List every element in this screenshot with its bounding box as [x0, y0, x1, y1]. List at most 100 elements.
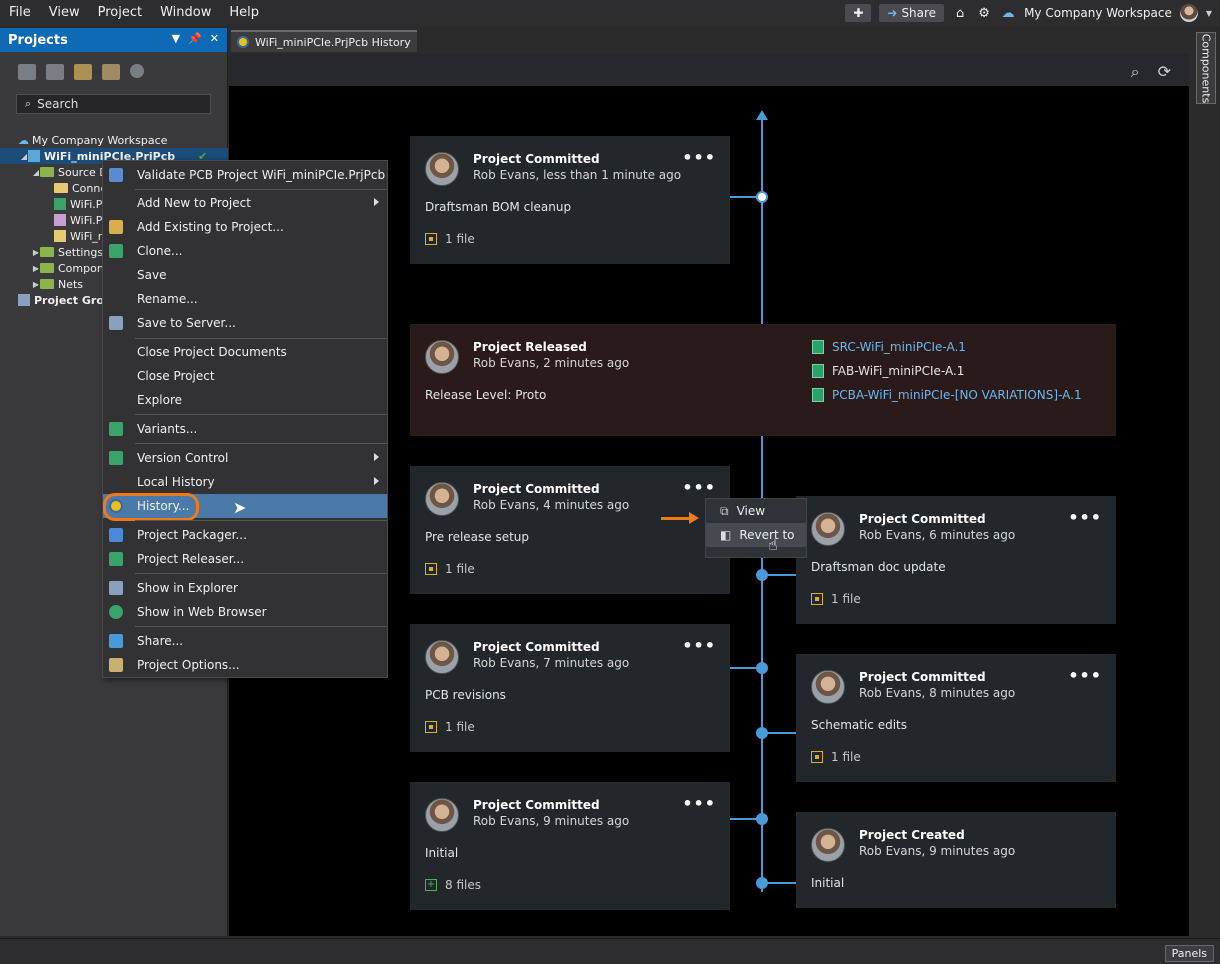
more-icon[interactable]: ••• — [682, 794, 716, 813]
panel-menu-icon[interactable]: ▼ — [172, 32, 180, 45]
menu-item-clone[interactable]: Clone... — [103, 239, 387, 263]
open-folder-icon[interactable] — [74, 64, 92, 80]
expanded-triangle-icon[interactable]: ◢ — [20, 152, 28, 161]
release-item[interactable]: SRC-WiFi_miniPCIe-A.1 — [812, 340, 966, 354]
menu-item-share[interactable]: Share... — [103, 629, 387, 653]
history-card-release[interactable]: Project Released Rob Evans, 2 minutes ag… — [410, 324, 1116, 436]
menu-item-label: Version Control — [137, 451, 229, 465]
menu-item-project-packager[interactable]: Project Packager... — [103, 523, 387, 547]
collapsed-triangle-icon[interactable]: ▶ — [32, 264, 40, 273]
user-avatar[interactable] — [1179, 4, 1198, 22]
panels-button[interactable]: Panels — [1164, 945, 1214, 962]
home-icon[interactable]: ⌂ — [952, 6, 968, 21]
menu-item-save[interactable]: Save — [103, 263, 387, 287]
menu-item-local-history[interactable]: Local History — [103, 470, 387, 494]
components-panel-tab[interactable]: Components — [1196, 32, 1216, 104]
timeline-node-current[interactable] — [756, 191, 768, 203]
card-files[interactable]: 1 file — [425, 232, 475, 246]
timeline-node[interactable] — [756, 662, 768, 674]
release-item[interactable]: PCBA-WiFi_miniPCIe-[NO VARIATIONS]-A.1 — [812, 388, 1082, 402]
menu-item-explore[interactable]: Explore — [103, 388, 387, 412]
card-message: Initial — [425, 846, 459, 860]
timeline-node[interactable] — [756, 727, 768, 739]
card-title: Project Committed — [473, 640, 600, 654]
collapsed-triangle-icon[interactable]: ▶ — [32, 248, 40, 257]
clone-icon — [109, 244, 123, 258]
settings-icon[interactable] — [130, 64, 144, 78]
menu-item-add-existing[interactable]: Add Existing to Project... — [103, 215, 387, 239]
history-card[interactable]: Project Committed Rob Evans, 6 minutes a… — [796, 496, 1116, 624]
save-all-icon[interactable] — [46, 64, 64, 80]
panels-label: Panels — [1171, 947, 1207, 960]
history-card[interactable]: Project Committed Rob Evans, 9 minutes a… — [410, 782, 730, 910]
release-item-link[interactable]: SRC-WiFi_miniPCIe-A.1 — [832, 340, 966, 354]
history-card[interactable]: Project Committed Rob Evans, less than 1… — [410, 136, 730, 264]
card-title: Project Committed — [473, 798, 600, 812]
menu-item-label: Clone... — [137, 244, 183, 258]
more-icon[interactable]: ••• — [682, 478, 716, 497]
menu-item-rename[interactable]: Rename... — [103, 287, 387, 311]
files-count: 1 file — [445, 720, 475, 734]
share-button[interactable]: ➜ Share — [879, 4, 945, 22]
save-icon[interactable] — [18, 64, 36, 80]
more-icon[interactable]: ••• — [682, 636, 716, 655]
timeline-node[interactable] — [756, 569, 768, 581]
tree-item-workspace[interactable]: ☁ My Company Workspace — [0, 132, 228, 148]
more-icon[interactable]: ••• — [1068, 666, 1102, 685]
menu-item-validate[interactable]: Validate PCB Project WiFi_miniPCIe.PrjPc… — [103, 163, 387, 187]
more-icon[interactable]: ••• — [1068, 508, 1102, 527]
menu-item-add-new[interactable]: Add New to Project — [103, 191, 387, 215]
release-item-link[interactable]: PCBA-WiFi_miniPCIe-[NO VARIATIONS]-A.1 — [832, 388, 1082, 402]
menu-item-variants[interactable]: Variants... — [103, 417, 387, 441]
card-files[interactable]: 8 files — [425, 878, 481, 892]
more-icon[interactable]: ••• — [682, 148, 716, 167]
search-input[interactable]: ⌕ Search — [16, 94, 211, 114]
menu-item-show-in-browser[interactable]: Show in Web Browser — [103, 600, 387, 624]
release-package-icon — [812, 340, 824, 354]
card-files[interactable]: 1 file — [425, 562, 475, 576]
menu-item-project-releaser[interactable]: Project Releaser... — [103, 547, 387, 571]
timeline-node[interactable] — [756, 877, 768, 889]
collapsed-triangle-icon[interactable]: ▶ — [32, 280, 40, 289]
card-subtitle: Rob Evans, 4 minutes ago — [473, 498, 630, 512]
expanded-triangle-icon[interactable]: ◢ — [32, 168, 40, 177]
tab-history[interactable]: WiFi_miniPCIe.PrjPcb History — [231, 30, 417, 52]
history-card[interactable]: Project Committed Rob Evans, 7 minutes a… — [410, 624, 730, 752]
comment-button[interactable]: ✚ — [845, 4, 872, 22]
search-icon[interactable]: ⌕ — [1131, 62, 1140, 82]
menu-item-save-to-server[interactable]: Save to Server... — [103, 311, 387, 335]
files-count: 1 file — [445, 562, 475, 576]
folder-settings-icon[interactable] — [102, 64, 120, 80]
gear-icon[interactable]: ⚙ — [976, 6, 992, 21]
release-item[interactable]: FAB-WiFi_miniPCIe-A.1 — [812, 364, 964, 378]
menu-help[interactable]: Help — [220, 0, 268, 26]
menu-file[interactable]: File — [0, 0, 40, 26]
history-card[interactable]: Project Committed Rob Evans, 4 minutes a… — [410, 466, 730, 594]
cloud-icon: ☁ — [18, 133, 29, 147]
refresh-icon[interactable]: ⟳ — [1158, 62, 1171, 82]
workspace-name[interactable]: My Company Workspace — [1024, 6, 1172, 20]
menu-item-revert-to[interactable]: ◧ Revert to ☝ — [706, 523, 806, 554]
menu-item-label: Save — [137, 268, 167, 282]
close-icon[interactable]: ✕ — [210, 32, 219, 45]
timeline-node[interactable] — [756, 813, 768, 825]
history-card[interactable]: Project Created Rob Evans, 9 minutes ago… — [796, 812, 1116, 908]
pin-icon[interactable]: 📌 — [188, 32, 202, 45]
card-files[interactable]: 1 file — [811, 750, 861, 764]
menu-view[interactable]: View — [40, 0, 89, 26]
menu-item-version-control[interactable]: Version Control — [103, 446, 387, 470]
card-files[interactable]: 1 file — [425, 720, 475, 734]
menu-item-close-project[interactable]: Close Project — [103, 364, 387, 388]
menu-project[interactable]: Project — [89, 0, 151, 26]
cloud-icon: ☁ — [1001, 5, 1015, 21]
menu-item-view[interactable]: ⧉ View — [706, 499, 806, 523]
card-files[interactable]: 1 file — [811, 592, 861, 606]
validate-icon — [109, 168, 123, 182]
menu-item-show-in-explorer[interactable]: Show in Explorer — [103, 576, 387, 600]
menu-item-project-options[interactable]: Project Options... — [103, 653, 387, 677]
chevron-down-icon[interactable]: ▼ — [1206, 9, 1212, 18]
history-card[interactable]: Project Committed Rob Evans, 8 minutes a… — [796, 654, 1116, 782]
menu-window[interactable]: Window — [151, 0, 220, 26]
menu-item-close-documents[interactable]: Close Project Documents — [103, 340, 387, 364]
menu-separator — [135, 573, 387, 574]
